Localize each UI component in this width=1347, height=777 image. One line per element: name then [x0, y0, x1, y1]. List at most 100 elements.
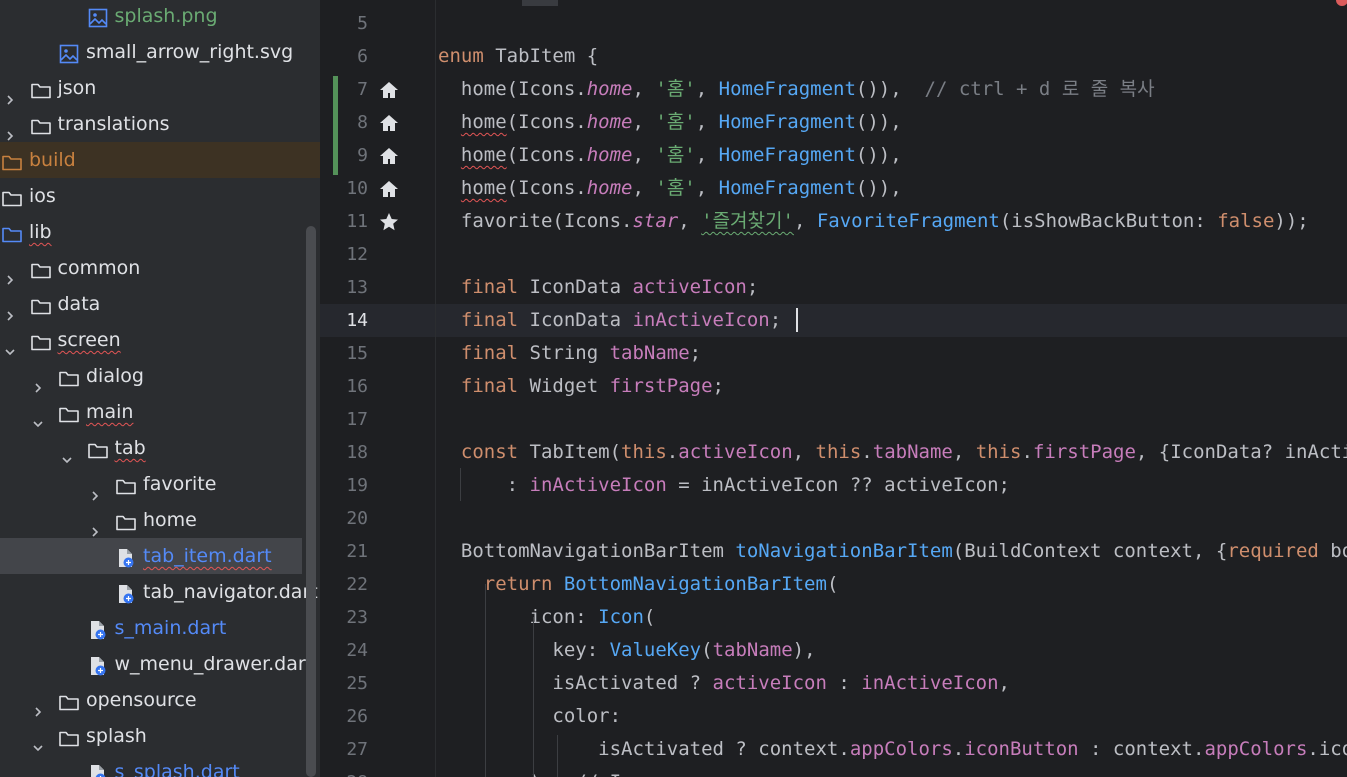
gutter-home-icon[interactable] [378, 112, 400, 134]
code-line-11[interactable]: 11 favorite(Icons.star, '즐겨찾기', Favorite… [320, 205, 1347, 238]
tree-item-screen[interactable]: screen [0, 322, 320, 358]
line-number[interactable]: 12 [320, 238, 368, 271]
line-number[interactable]: 6 [320, 40, 368, 73]
code-text[interactable]: home(Icons.home, '홈', HomeFragment()), [438, 106, 902, 139]
tree-item-s-splash-dart[interactable]: s_splash.dart [0, 754, 320, 777]
tree-item-ios[interactable]: ios [0, 178, 320, 214]
chevron-right-icon[interactable] [5, 297, 15, 321]
code-line-9[interactable]: 9 home(Icons.home, '홈', HomeFragment()), [320, 139, 1347, 172]
gutter-home-icon[interactable] [378, 178, 400, 200]
code-text[interactable]: return BottomNavigationBarItem( [438, 568, 839, 601]
chevron-right-icon[interactable] [5, 117, 15, 141]
code-text[interactable]: final String tabName; [438, 337, 701, 370]
line-number[interactable]: 26 [320, 700, 368, 733]
code-text[interactable]: favorite(Icons.star, '즐겨찾기', FavoriteFra… [438, 205, 1309, 238]
line-number[interactable]: 10 [320, 172, 368, 205]
tree-item-s-main-dart[interactable]: s_main.dart [0, 610, 320, 646]
code-line-15[interactable]: 15 final String tabName; [320, 337, 1347, 370]
code-line-26[interactable]: 26 color: [320, 700, 1347, 733]
code-line-25[interactable]: 25 isActivated ? activeIcon : inActiveIc… [320, 667, 1347, 700]
line-number[interactable]: 14 [320, 304, 368, 337]
tree-item-home[interactable]: home [0, 502, 320, 538]
code-text[interactable]: : inActiveIcon = inActiveIcon ?? activeI… [438, 469, 1010, 502]
code-line-21[interactable]: 21 BottomNavigationBarItem toNavigationB… [320, 535, 1347, 568]
code-text[interactable]: final IconData activeIcon; [438, 271, 758, 304]
code-line-28[interactable]: 28 ), // I [320, 766, 1347, 777]
chevron-right-icon[interactable] [90, 513, 100, 537]
code-line-17[interactable]: 17 [320, 403, 1347, 436]
code-line-18[interactable]: 18 const TabItem(this.activeIcon, this.t… [320, 436, 1347, 469]
code-line-8[interactable]: 8 home(Icons.home, '홈', HomeFragment()), [320, 106, 1347, 139]
line-number[interactable]: 16 [320, 370, 368, 403]
line-number[interactable]: 13 [320, 271, 368, 304]
code-editor[interactable]: 5 6 enum TabItem { 7 home(Icons.home, '홈', … [320, 0, 1347, 777]
code-line-5[interactable]: 5 [320, 7, 1347, 40]
tree-item-small-arrow-right-svg[interactable]: small_arrow_right.svg [0, 34, 320, 70]
line-number[interactable]: 21 [320, 535, 368, 568]
code-line-6[interactable]: 6 enum TabItem { [320, 40, 1347, 73]
line-number[interactable]: 8 [320, 106, 368, 139]
project-tree-scrollbar[interactable] [306, 226, 316, 777]
tree-item-json[interactable]: json [0, 70, 320, 106]
tree-item-opensource[interactable]: opensource [0, 682, 320, 718]
code-line-13[interactable]: 13 final IconData activeIcon; [320, 271, 1347, 304]
code-line-24[interactable]: 24 key: ValueKey(tabName), [320, 634, 1347, 667]
code-line-14[interactable]: 14 final IconData inActiveIcon; [320, 304, 1347, 337]
line-number[interactable]: 15 [320, 337, 368, 370]
code-line-12[interactable]: 12 [320, 238, 1347, 271]
code-text[interactable]: key: ValueKey(tabName), [438, 634, 815, 667]
line-number[interactable]: 19 [320, 469, 368, 502]
line-number[interactable]: 24 [320, 634, 368, 667]
tree-item-main[interactable]: main [0, 394, 320, 430]
tree-item-w-menu-drawer-dart[interactable]: w_menu_drawer.dart [0, 646, 320, 682]
chevron-down-icon[interactable] [33, 405, 43, 428]
chevron-right-icon[interactable] [5, 81, 15, 105]
code-text[interactable]: final Widget firstPage; [438, 370, 724, 403]
chevron-down-icon[interactable] [33, 729, 43, 752]
tree-item-lib[interactable]: lib [0, 214, 320, 250]
chevron-right-icon[interactable] [33, 693, 43, 717]
code-line-10[interactable]: 10 home(Icons.home, '홈', HomeFragment())… [320, 172, 1347, 205]
chevron-right-icon[interactable] [90, 477, 100, 501]
code-line-23[interactable]: 23 icon: Icon( [320, 601, 1347, 634]
code-text[interactable]: const TabItem(this.activeIcon, this.tabN… [438, 436, 1347, 469]
code-text[interactable]: home(Icons.home, '홈', HomeFragment()), [438, 139, 902, 172]
code-text[interactable]: home(Icons.home, '홈', HomeFragment()), /… [438, 73, 1155, 106]
line-number[interactable]: 28 [320, 766, 368, 777]
code-text[interactable]: enum TabItem { [438, 40, 598, 73]
chevron-down-icon[interactable] [4, 333, 15, 356]
line-number[interactable]: 23 [320, 601, 368, 634]
vcs-change-marker[interactable] [333, 76, 338, 175]
code-text[interactable]: home(Icons.home, '홈', HomeFragment()), [438, 172, 902, 205]
gutter-home-icon[interactable] [378, 145, 400, 167]
tree-item-data[interactable]: data [0, 286, 320, 322]
code-line-27[interactable]: 27 isActivated ? context.appColors.iconB… [320, 733, 1347, 766]
tree-item-build[interactable]: build [0, 142, 320, 178]
code-text[interactable]: color: [438, 700, 621, 733]
line-number[interactable]: 20 [320, 502, 368, 535]
code-line-22[interactable]: 22 return BottomNavigationBarItem( [320, 568, 1347, 601]
tree-item-tab-item-dart[interactable]: tab_item.dart [0, 538, 302, 574]
code-text[interactable]: final IconData inActiveIcon; [438, 304, 781, 337]
tree-item-favorite[interactable]: favorite [0, 466, 320, 502]
line-number[interactable]: 18 [320, 436, 368, 469]
tree-item-dialog[interactable]: dialog [0, 358, 320, 394]
tree-item-common[interactable]: common [0, 250, 320, 286]
code-text[interactable]: ), // I [438, 766, 622, 777]
line-number[interactable]: 9 [320, 139, 368, 172]
tree-item-tab[interactable]: tab [0, 430, 320, 466]
line-number[interactable]: 27 [320, 733, 368, 766]
code-text[interactable]: icon: Icon( [438, 601, 656, 634]
gutter-star-icon[interactable] [378, 211, 400, 233]
code-line-16[interactable]: 16 final Widget firstPage; [320, 370, 1347, 403]
gutter-home-icon[interactable] [378, 79, 400, 101]
tree-item-translations[interactable]: translations [0, 106, 320, 142]
chevron-down-icon[interactable] [61, 441, 72, 464]
code-line-19[interactable]: 19 : inActiveIcon = inActiveIcon ?? acti… [320, 469, 1347, 502]
code-text[interactable]: isActivated ? context.appColors.iconButt… [438, 733, 1347, 766]
chevron-right-icon[interactable] [5, 261, 15, 285]
line-number[interactable]: 7 [320, 73, 368, 106]
line-number[interactable]: 17 [320, 403, 368, 436]
code-text[interactable]: BottomNavigationBarItem toNavigationBarI… [438, 535, 1347, 568]
line-number[interactable]: 25 [320, 667, 368, 700]
